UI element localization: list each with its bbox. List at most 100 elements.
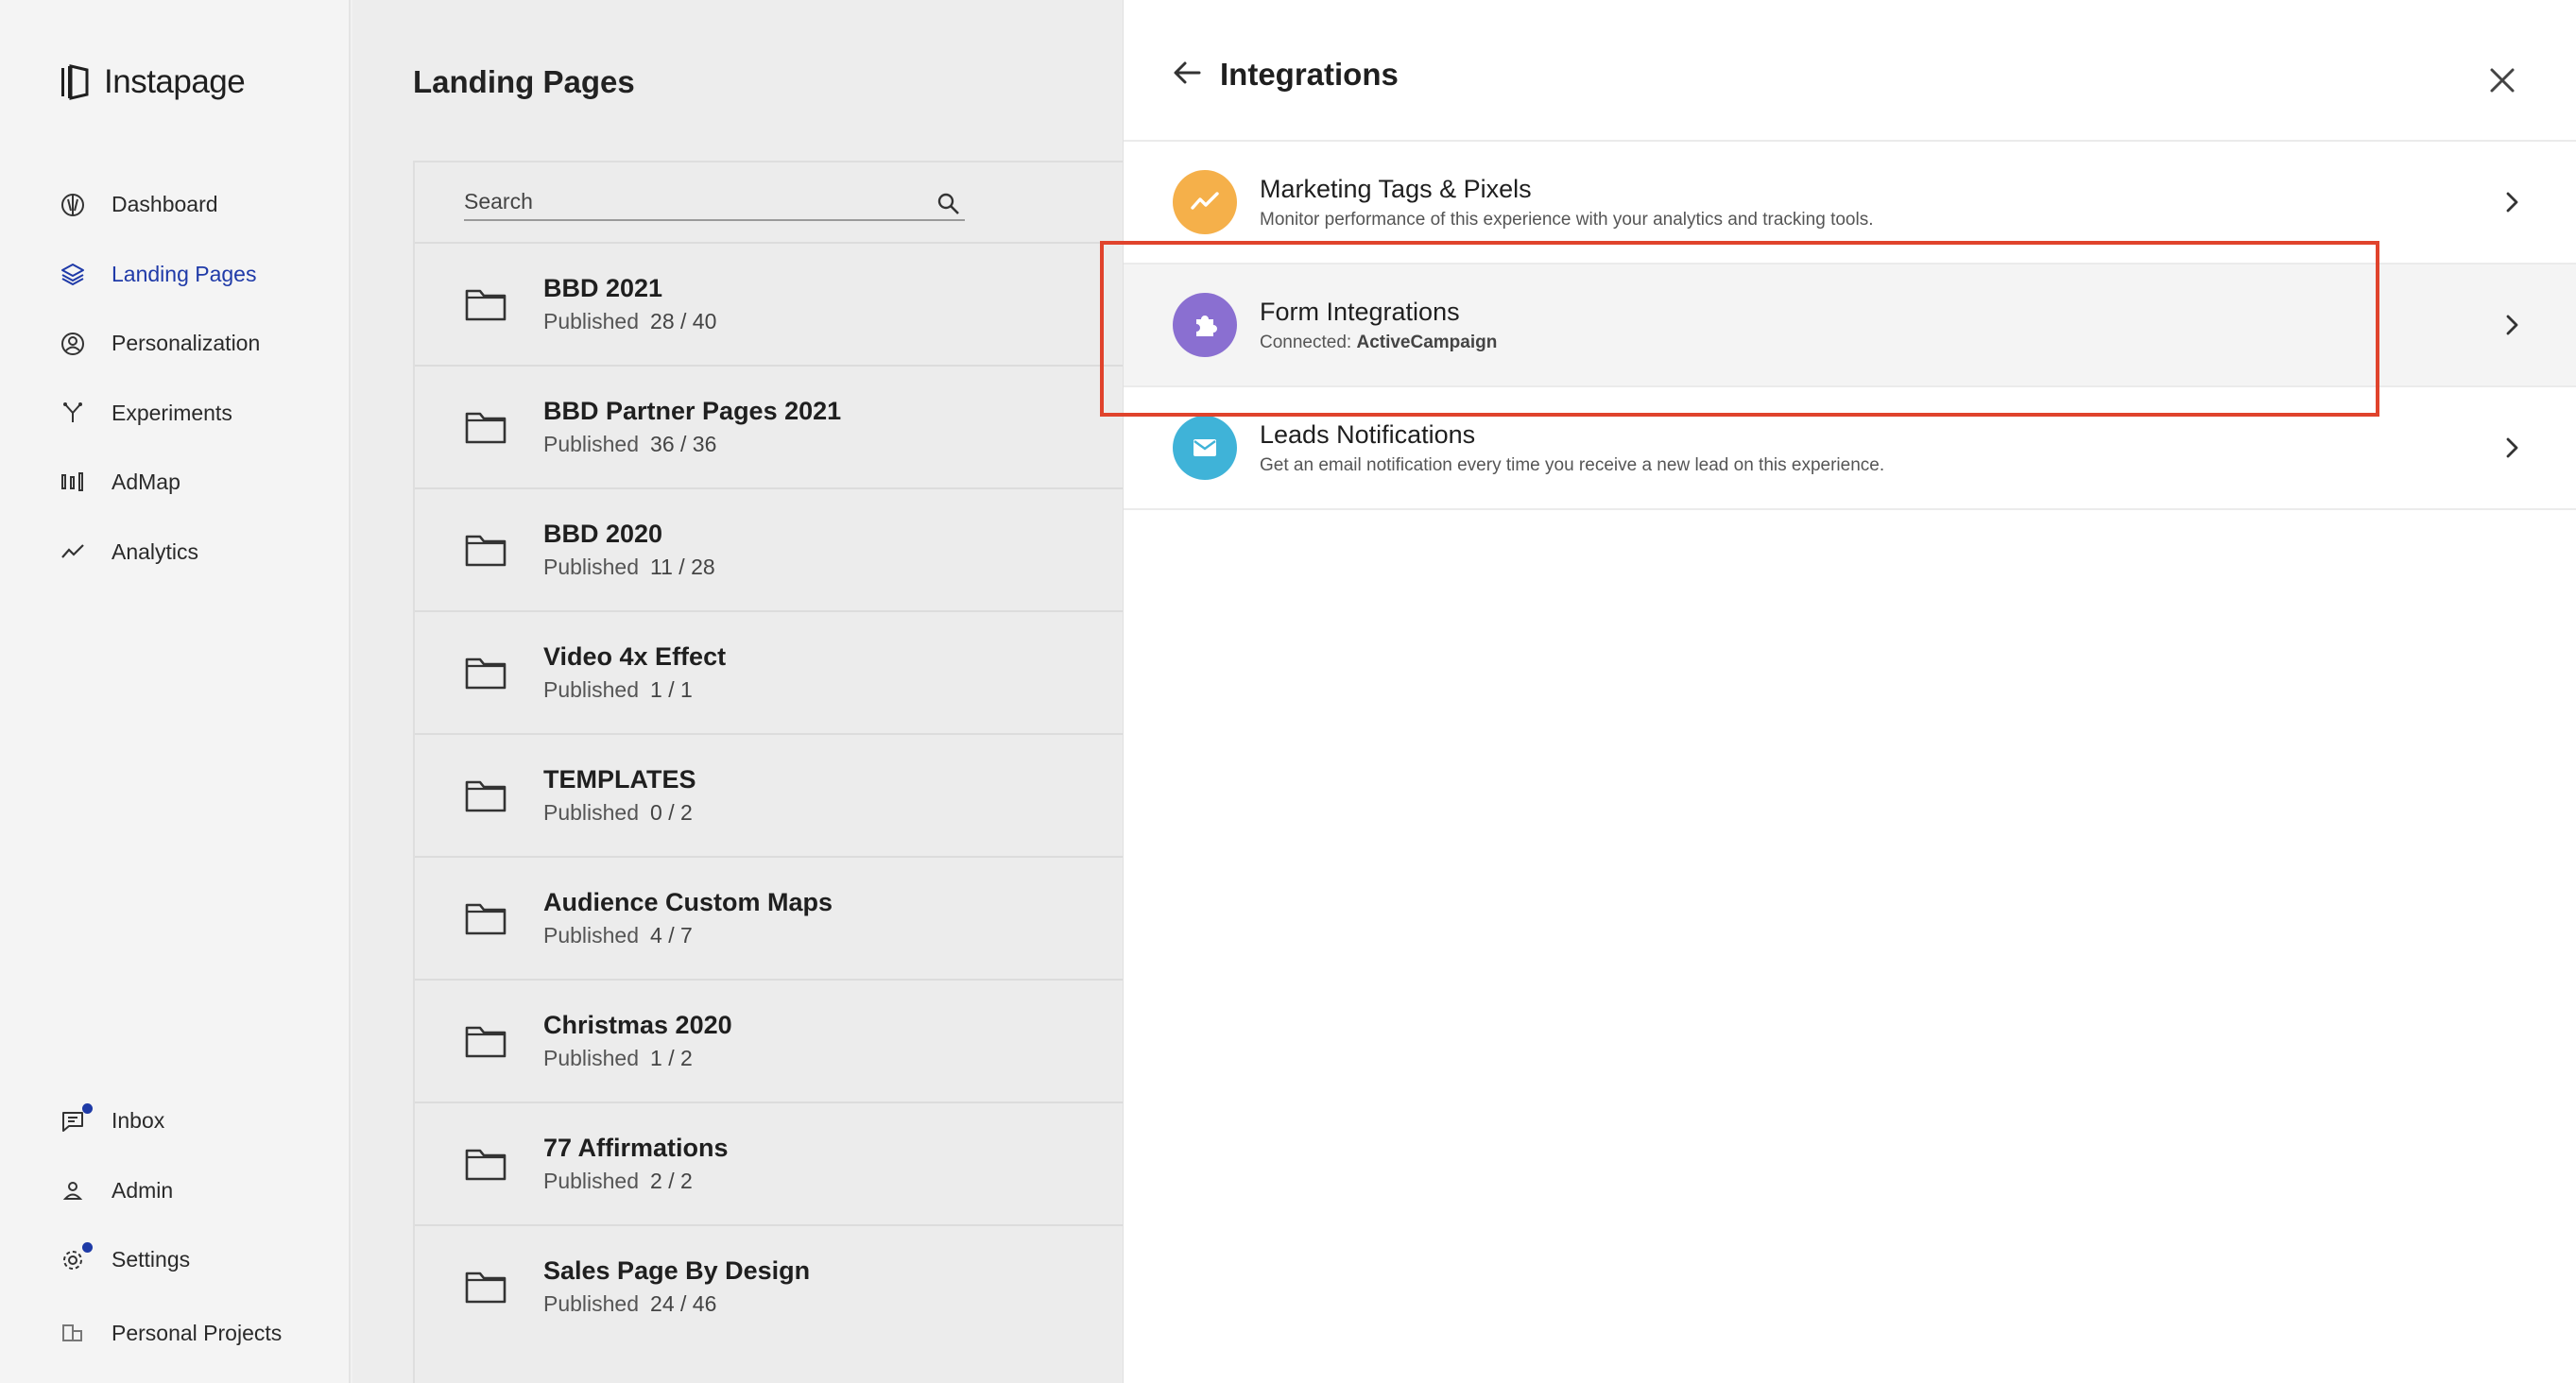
folder-icon: [465, 1026, 507, 1058]
folder-text: 77 Affirmations Published 2 / 2: [543, 1134, 729, 1194]
integration-marketing-tags[interactable]: Marketing Tags & Pixels Monitor performa…: [1124, 142, 2576, 265]
sidebar-item-admap[interactable]: AdMap: [0, 448, 351, 518]
page-title: Landing Pages: [413, 64, 635, 99]
sidebar-item-label: Dashboard: [112, 192, 218, 217]
folder-row[interactable]: Audience Custom Maps Published 4 / 7: [415, 856, 1129, 979]
folder-name: TEMPLATES: [543, 765, 696, 794]
total-value: 2: [680, 1046, 693, 1070]
folder-row[interactable]: BBD Partner Pages 2021 Published 36 / 36: [415, 365, 1129, 487]
folder-row[interactable]: Video 4x Effect Published 1 / 1: [415, 610, 1129, 733]
sidebar-item-label: AdMap: [112, 470, 180, 495]
published-value: 4: [650, 923, 662, 948]
published-count: 1 / 2: [650, 1046, 693, 1070]
landing-pages-main: Landing Pages BBD 2021Published28 / 40BB…: [352, 0, 1131, 1383]
sidebar-item-experiments[interactable]: Experiments: [0, 379, 351, 449]
notification-dot: [82, 1102, 93, 1114]
folder-row[interactable]: BBD 2021 Published 28 / 40: [415, 242, 1129, 365]
folder-meta: Published 0 / 2: [543, 800, 696, 826]
user-target-icon: [59, 330, 87, 358]
folder-row[interactable]: Sales Page By Design Published 24 / 46: [415, 1224, 1129, 1347]
integration-form-integrations[interactable]: Form Integrations Connected: ActiveCampa…: [1124, 265, 2576, 387]
total-value: 46: [692, 1291, 717, 1316]
folder-icon: [465, 535, 507, 567]
back-arrow-icon[interactable]: [1171, 57, 1203, 89]
folder-row[interactable]: TEMPLATES Published 0 / 2: [415, 733, 1129, 856]
folder-name: 77 Affirmations: [543, 1134, 729, 1162]
integration-leads-notifications[interactable]: Leads Notifications Get an email notific…: [1124, 387, 2576, 510]
sidebar-item-label: Experiments: [112, 400, 232, 425]
integration-text: Leads Notifications Get an email notific…: [1260, 420, 1884, 476]
status-label: Published: [543, 432, 640, 456]
chevron-right-icon: [2506, 315, 2518, 335]
folder-name: Sales Page By Design: [543, 1256, 811, 1285]
sidebar-item-personalization[interactable]: Personalization: [0, 309, 351, 379]
mail-icon: [1173, 416, 1237, 480]
sidebar: Instapage Dashboard Landing Pages Person…: [0, 0, 351, 1383]
integration-subtitle: Get an email notification every time you…: [1260, 454, 1885, 475]
status-label: Published: [543, 1169, 640, 1193]
folder-icon: [465, 1149, 507, 1181]
trend-line-icon: [59, 538, 87, 566]
search-icon[interactable]: [936, 192, 961, 216]
sidebar-item-personal-projects[interactable]: Personal Projects: [0, 1299, 351, 1369]
integration-text: Form Integrations Connected: ActiveCampa…: [1260, 298, 1497, 353]
published-value: 11: [650, 555, 673, 579]
folder-text: BBD 2021 Published 28 / 40: [543, 274, 716, 334]
folder-icon: [465, 412, 507, 444]
total-value: 36: [692, 432, 717, 456]
published-count: 0 / 2: [650, 800, 693, 825]
published-count: 11 / 28: [650, 555, 715, 579]
published-count: 1 / 1: [650, 677, 693, 702]
folder-row[interactable]: 77 Affirmations Published 2 / 2: [415, 1101, 1129, 1224]
folder-meta: Published 36 / 36: [543, 432, 841, 457]
status-label: Published: [543, 1046, 640, 1070]
integrations-panel: Integrations Marketing Tags & Pixels Mon…: [1123, 0, 2576, 1383]
folder-list-card: BBD 2021 Published 28 / 40 BBD Partner Page…: [413, 161, 1131, 1383]
status-label: Published: [543, 800, 640, 825]
published-count: 4 / 7: [650, 923, 693, 948]
gear-icon: [59, 1241, 93, 1274]
folder-meta: Published 4 / 7: [543, 923, 833, 948]
status-label: Published: [543, 555, 640, 579]
search-box: [464, 183, 965, 221]
folder-text: BBD Partner Pages 2021 Published 36 / 36: [543, 397, 841, 457]
dashboard-icon: [59, 191, 87, 219]
status-label: Published: [543, 309, 640, 333]
folder-row[interactable]: BBD 2020 Published 11 / 28: [415, 487, 1129, 610]
sidebar-item-label: Settings: [112, 1247, 191, 1272]
logo[interactable]: Instapage: [59, 62, 246, 102]
total-value: 1: [680, 677, 693, 702]
folder-meta: Published 24 / 46: [543, 1291, 810, 1317]
branch-icon: [59, 399, 87, 427]
status-label: Published: [543, 677, 640, 702]
integration-text: Marketing Tags & Pixels Monitor performa…: [1260, 175, 1873, 230]
sidebar-item-label: Admin: [112, 1177, 174, 1203]
sidebar-item-settings[interactable]: Settings: [0, 1225, 351, 1295]
puzzle-icon: [1173, 293, 1237, 357]
folder-row[interactable]: Christmas 2020 Published 1 / 2: [415, 979, 1129, 1101]
sidebar-bottom-nav: Inbox Admin Settings Personal Projects: [0, 1086, 351, 1368]
folder-text: Sales Page By Design Published 24 / 46: [543, 1256, 810, 1317]
published-value: 2: [650, 1169, 662, 1193]
published-count: 24 / 46: [650, 1291, 717, 1316]
sidebar-item-admin[interactable]: Admin: [0, 1156, 351, 1226]
integration-subtitle: Connected: ActiveCampaign: [1260, 333, 1497, 353]
sidebar-item-inbox[interactable]: Inbox: [0, 1086, 351, 1156]
close-icon[interactable]: [2488, 66, 2516, 94]
sidebar-item-dashboard[interactable]: Dashboard: [0, 170, 351, 240]
search-input[interactable]: [464, 188, 899, 214]
sidebar-item-analytics[interactable]: Analytics: [0, 518, 351, 588]
folder-meta: Published 11 / 28: [543, 555, 715, 580]
folder-icon: [465, 1272, 507, 1304]
sidebar-item-label: Landing Pages: [112, 261, 257, 286]
published-value: 0: [650, 800, 662, 825]
building-icon: [59, 1319, 87, 1347]
sidebar-item-landing-pages[interactable]: Landing Pages: [0, 240, 351, 310]
folder-text: BBD 2020 Published 11 / 28: [543, 520, 715, 580]
published-count: 28 / 40: [650, 309, 717, 333]
integration-title: Form Integrations: [1260, 297, 1460, 326]
status-label: Published: [543, 923, 640, 948]
published-value: 24: [650, 1291, 675, 1316]
folder-name: BBD Partner Pages 2021: [543, 397, 842, 425]
instapage-logo-icon: [61, 64, 89, 100]
